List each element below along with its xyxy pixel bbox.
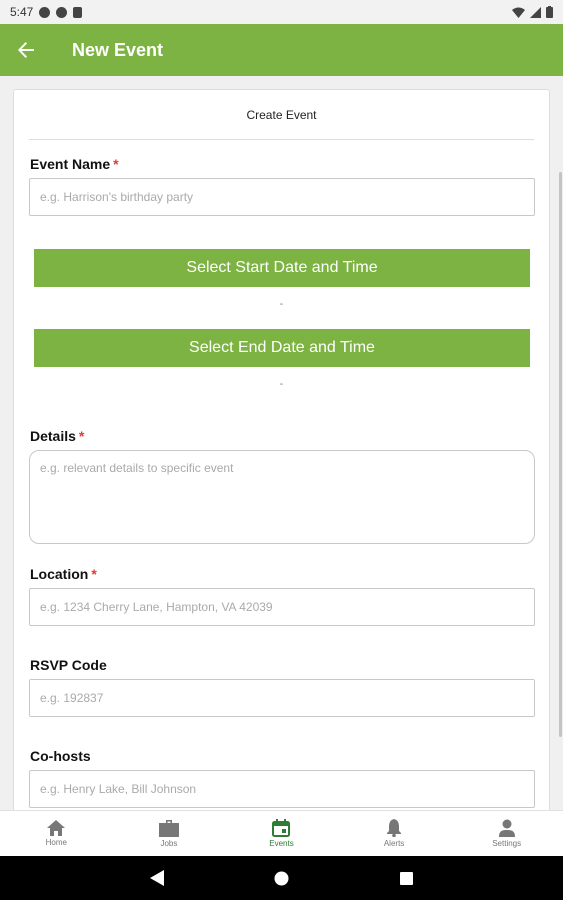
wifi-icon [512,7,525,18]
bottom-navigation: Home Jobs Events Alerts Settings [0,810,563,856]
system-back-button[interactable] [142,863,172,893]
location-input[interactable] [29,588,535,626]
sd-card-icon [73,6,83,18]
page-title: New Event [72,39,164,60]
location-label-text: Location [30,566,89,582]
card-header: Create Event [29,90,534,140]
notification-icon [39,6,51,18]
nav-home[interactable]: Home [0,811,113,856]
nav-home-label: Home [45,838,67,847]
system-navigation-bar [0,856,563,900]
required-mark: * [91,566,97,582]
required-mark: * [113,156,119,172]
nav-alerts-label: Alerts [383,839,405,848]
nav-jobs[interactable]: Jobs [113,811,226,856]
end-date-value: - [279,378,284,390]
bell-icon [387,819,402,837]
location-label: Location * [30,566,97,582]
scrollbar[interactable] [559,172,562,737]
back-button[interactable] [4,28,48,72]
person-icon [498,819,515,837]
nav-settings[interactable]: Settings [450,811,563,856]
cohosts-input[interactable] [29,770,535,808]
event-name-label-text: Event Name [30,156,111,172]
system-home-button[interactable] [267,863,297,893]
rsvp-code-label: RSVP Code [30,657,107,673]
rsvp-code-input[interactable] [29,679,535,717]
status-time: 5:47 [10,5,34,19]
briefcase-icon [158,819,179,837]
status-right [512,6,553,18]
select-start-date-button[interactable]: Select Start Date and Time [34,249,530,287]
app-bar: New Event [0,24,563,76]
select-end-date-button[interactable]: Select End Date and Time [34,329,530,367]
arrow-back-icon [18,42,34,58]
signal-icon [530,6,541,18]
nav-alerts[interactable]: Alerts [338,811,451,856]
status-bar: 5:47 [0,0,563,24]
sync-icon [56,6,68,18]
nav-events-label: Events [269,839,294,848]
home-icon [47,820,66,836]
square-recents-icon [400,871,413,885]
nav-settings-label: Settings [492,839,522,848]
required-mark: * [78,428,85,444]
event-name-input[interactable] [29,178,535,216]
start-date-value: - [279,298,284,310]
battery-icon [546,6,553,18]
cohosts-label: Co-hosts [30,748,91,764]
create-event-card: Create Event Event Name* Select Start Da… [13,89,550,810]
details-label: Details * [30,428,84,444]
system-recents-button[interactable] [392,863,422,893]
calendar-icon [272,819,291,837]
nav-jobs-label: Jobs [160,838,178,848]
circle-home-icon [274,871,289,885]
event-name-label: Event Name * [30,156,119,172]
main-content[interactable]: Create Event Event Name* Select Start Da… [0,76,563,810]
status-left: 5:47 [10,5,83,19]
triangle-back-icon [149,870,164,886]
details-label-text: Details [30,428,76,444]
details-textarea[interactable] [29,450,535,544]
nav-events[interactable]: Events [225,811,338,856]
